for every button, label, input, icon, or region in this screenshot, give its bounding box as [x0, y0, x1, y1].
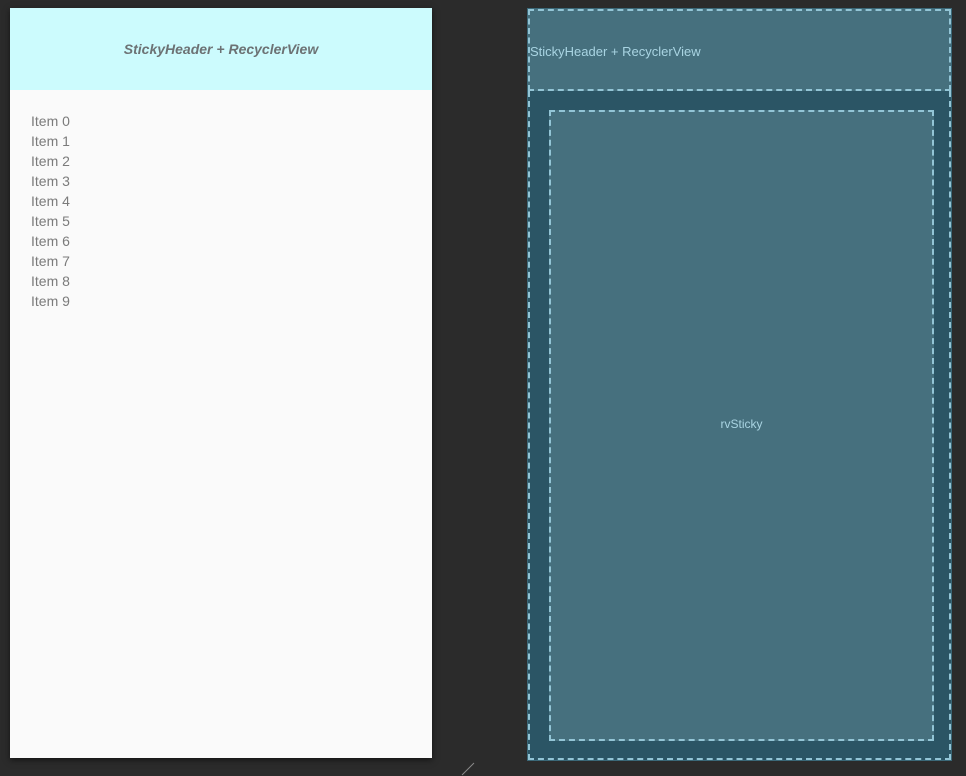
- list-item[interactable]: Item 2: [31, 151, 432, 171]
- blueprint-recycler-label: rvSticky: [720, 416, 763, 431]
- list-item[interactable]: Item 4: [31, 191, 432, 211]
- list-item[interactable]: Item 7: [31, 251, 432, 271]
- recycler-view-list[interactable]: Item 0 Item 1 Item 2 Item 3 Item 4 Item …: [10, 90, 432, 311]
- layout-editor-canvas: StickyHeader + RecyclerView Item 0 Item …: [0, 0, 966, 776]
- list-item[interactable]: Item 1: [31, 131, 432, 151]
- design-preview[interactable]: StickyHeader + RecyclerView Item 0 Item …: [10, 8, 432, 758]
- sticky-header[interactable]: StickyHeader + RecyclerView: [10, 8, 432, 90]
- blueprint-header-label: StickyHeader + RecyclerView: [530, 44, 701, 59]
- blueprint-recycler-view[interactable]: rvSticky: [549, 110, 934, 741]
- resize-handle-icon[interactable]: [461, 762, 475, 776]
- blueprint-sticky-header[interactable]: StickyHeader + RecyclerView: [528, 9, 951, 91]
- list-item[interactable]: Item 5: [31, 211, 432, 231]
- list-item[interactable]: Item 0: [31, 111, 432, 131]
- list-item[interactable]: Item 6: [31, 231, 432, 251]
- list-item[interactable]: Item 9: [31, 291, 432, 311]
- sticky-header-title: StickyHeader + RecyclerView: [123, 41, 319, 57]
- list-item[interactable]: Item 3: [31, 171, 432, 191]
- blueprint-preview[interactable]: StickyHeader + RecyclerView rvSticky: [527, 8, 952, 761]
- list-item[interactable]: Item 8: [31, 271, 432, 291]
- blueprint-body[interactable]: rvSticky: [528, 91, 951, 760]
